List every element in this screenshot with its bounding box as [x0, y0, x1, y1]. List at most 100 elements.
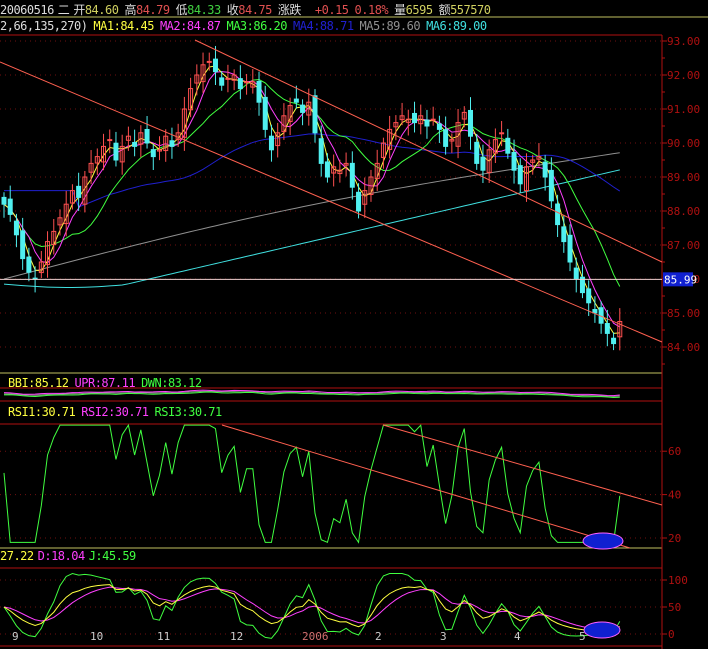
price-tick-label: 87.00 — [667, 239, 700, 252]
candle-body — [225, 77, 231, 80]
candle — [150, 144, 156, 171]
ma5-line — [3, 152, 620, 280]
candle-body — [132, 141, 138, 147]
candle — [250, 69, 256, 94]
kdj-tick-label: 100 — [668, 574, 688, 587]
candle — [474, 133, 480, 170]
candle-body — [268, 135, 274, 151]
date-label: 9 — [12, 630, 19, 643]
candle — [13, 213, 19, 248]
candle — [517, 158, 523, 193]
stock-chart[interactable]: 93.0092.0091.0090.0089.0088.0087.0086.00… — [0, 0, 708, 649]
candle-body — [206, 60, 212, 63]
rsi-tick-label: 40 — [668, 489, 681, 502]
date-label: 5 — [579, 630, 586, 643]
bbi-panel — [3, 389, 620, 399]
current-price-tag: 85.99 — [664, 273, 697, 286]
candle — [45, 231, 51, 278]
candle-body — [212, 58, 218, 73]
candle — [188, 77, 194, 118]
candle-body — [424, 119, 430, 127]
candle — [542, 155, 548, 191]
kdj-panel — [0, 572, 662, 639]
candle — [94, 148, 100, 175]
candle — [57, 209, 63, 236]
candle — [225, 64, 231, 93]
price-tick-label: 90.00 — [667, 137, 700, 150]
price-tick-label: 88.00 — [667, 205, 700, 218]
candle — [132, 129, 138, 157]
candle — [617, 308, 623, 351]
date-label: 2006 — [302, 630, 329, 643]
candle — [138, 125, 144, 158]
candle-body — [107, 139, 113, 142]
candle — [206, 52, 212, 71]
date-label: 2 — [375, 630, 382, 643]
candle — [505, 128, 511, 159]
candle — [82, 170, 88, 213]
candle-body — [312, 95, 318, 134]
candle — [555, 194, 561, 237]
rsi-tick-label: 20 — [668, 532, 681, 545]
candle-body — [113, 142, 119, 161]
candle-body — [592, 309, 598, 314]
candle — [26, 247, 32, 282]
rsi-panel — [0, 423, 663, 550]
candle — [530, 154, 536, 175]
candle-body — [505, 137, 511, 154]
candle — [492, 128, 498, 164]
candle-body — [474, 141, 480, 164]
rsi-tick-label: 60 — [668, 445, 681, 458]
candle-body — [604, 323, 610, 334]
candle — [331, 154, 337, 187]
candle — [88, 150, 94, 185]
candle-body — [480, 156, 486, 171]
axes: 93.0092.0091.0090.0089.0088.0087.0086.00… — [12, 35, 700, 643]
candle-body — [555, 203, 561, 226]
candle — [598, 301, 604, 334]
candle-body — [293, 98, 299, 103]
candle — [318, 125, 324, 177]
candle — [405, 109, 411, 136]
candle — [611, 332, 617, 351]
candle — [169, 127, 175, 159]
candle-body — [542, 161, 548, 178]
candle — [144, 116, 150, 149]
candle-body — [517, 165, 523, 185]
price-tick-label: 84.00 — [667, 341, 700, 354]
candle — [561, 214, 567, 253]
candle-body — [468, 109, 473, 137]
candle — [212, 45, 218, 85]
highlight-ellipse — [583, 621, 621, 639]
candle-body — [349, 162, 355, 188]
candle-body — [7, 198, 13, 215]
candle — [38, 250, 44, 279]
price-tick-label: 93.00 — [667, 35, 700, 48]
candle — [244, 73, 250, 95]
candle — [374, 149, 380, 191]
trend-line — [0, 61, 663, 343]
candle — [343, 152, 349, 177]
candle — [430, 106, 436, 126]
candle — [443, 116, 449, 155]
price-panel[interactable] — [0, 39, 663, 351]
candle-body — [443, 129, 449, 147]
candle — [579, 264, 585, 299]
candle-body — [412, 112, 418, 124]
candle — [113, 131, 119, 167]
trend-line — [382, 424, 663, 506]
candle-body — [13, 220, 19, 236]
ma6-line — [3, 169, 620, 288]
candle-body — [244, 81, 250, 84]
price-tick-label: 92.00 — [667, 69, 700, 82]
candle-body — [300, 104, 306, 113]
price-tick-label: 85.00 — [667, 307, 700, 320]
candle — [194, 64, 200, 96]
candle-body — [499, 132, 505, 135]
date-label: 11 — [157, 630, 170, 643]
candle — [69, 184, 75, 210]
candle-body — [1, 196, 7, 205]
candle-body — [567, 234, 573, 263]
candle-body — [318, 138, 324, 164]
candle — [387, 115, 393, 159]
